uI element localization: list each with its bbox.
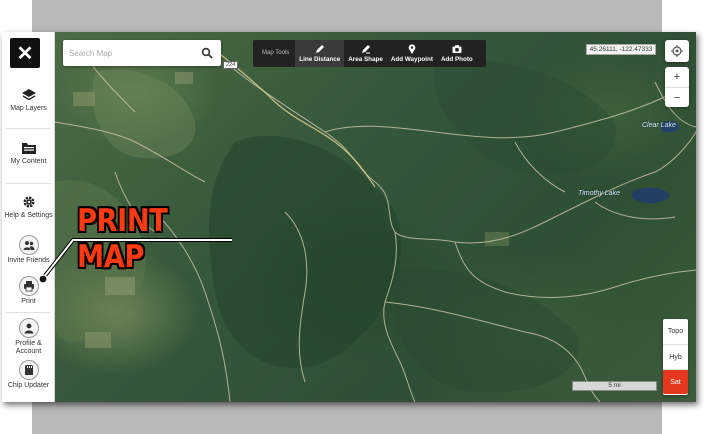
print-map-callout: PRINT MAP (77, 203, 168, 275)
